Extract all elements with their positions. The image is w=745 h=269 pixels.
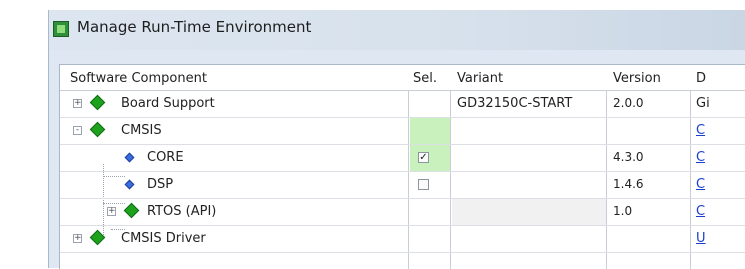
component-row-board-support[interactable]: + Board Support GD32150C-START 2.0.0 Gi <box>60 91 745 118</box>
header-description[interactable]: D <box>696 71 706 86</box>
subcomponent-gem-icon <box>124 179 135 190</box>
component-name: CMSIS Driver <box>121 231 206 246</box>
version-value: 1.4.6 <box>613 177 644 191</box>
header-version[interactable]: Version <box>613 71 661 86</box>
component-gem-icon <box>89 121 106 138</box>
component-gem-icon <box>89 229 106 246</box>
description-link[interactable]: C <box>696 150 705 165</box>
header-sel[interactable]: Sel. <box>413 71 437 86</box>
header-software-component[interactable]: Software Component <box>70 71 207 86</box>
component-row-cmsis-driver[interactable]: + CMSIS Driver U <box>60 226 745 253</box>
manage-rte-window: Manage Run-Time Environment Software Com… <box>48 10 745 269</box>
select-checkbox-checked[interactable]: ✓ <box>418 152 429 163</box>
expand-plus-icon[interactable]: + <box>73 99 82 108</box>
component-name: CMSIS <box>121 123 162 138</box>
version-value: 2.0.0 <box>613 96 644 110</box>
description-link[interactable]: C <box>696 177 705 192</box>
component-grid: Software Component Sel. Variant Version … <box>59 64 745 269</box>
expand-plus-icon[interactable]: + <box>73 234 82 243</box>
variant-value[interactable]: GD32150C-START <box>457 96 572 111</box>
subcomponent-gem-icon <box>124 152 135 163</box>
sel-cell-highlight <box>410 145 450 171</box>
version-value: 4.3.0 <box>613 150 644 164</box>
description-link[interactable]: C <box>696 204 705 219</box>
select-checkbox-unchecked[interactable] <box>418 179 429 190</box>
component-row-core[interactable]: CORE ✓ 4.3.0 C <box>60 145 745 172</box>
component-name: CORE <box>147 150 184 165</box>
app-icon <box>53 21 69 37</box>
version-value: 1.0 <box>613 204 633 218</box>
component-row-cmsis[interactable]: - CMSIS C <box>60 118 745 145</box>
expand-plus-icon[interactable]: + <box>107 207 116 216</box>
collapse-minus-icon[interactable]: - <box>73 126 82 135</box>
component-name: RTOS (API) <box>147 204 217 219</box>
component-gem-icon <box>123 202 140 219</box>
component-gem-icon <box>89 94 106 111</box>
description-link[interactable]: C <box>696 123 705 138</box>
description-text: Gi <box>696 96 710 111</box>
component-row-dsp[interactable]: DSP 1.4.6 C <box>60 172 745 199</box>
window-title: Manage Run-Time Environment <box>77 18 312 36</box>
grid-header: Software Component Sel. Variant Version … <box>60 65 745 91</box>
header-variant[interactable]: Variant <box>457 71 503 86</box>
component-name: DSP <box>147 177 174 192</box>
sel-cell-highlight <box>410 118 450 144</box>
component-row-rtos-api[interactable]: + RTOS (API) 1.0 C <box>60 199 745 226</box>
component-name: Board Support <box>121 96 215 111</box>
description-link[interactable]: U <box>696 231 706 246</box>
variant-cell-empty <box>452 199 606 225</box>
title-bar: Manage Run-Time Environment <box>49 10 745 50</box>
